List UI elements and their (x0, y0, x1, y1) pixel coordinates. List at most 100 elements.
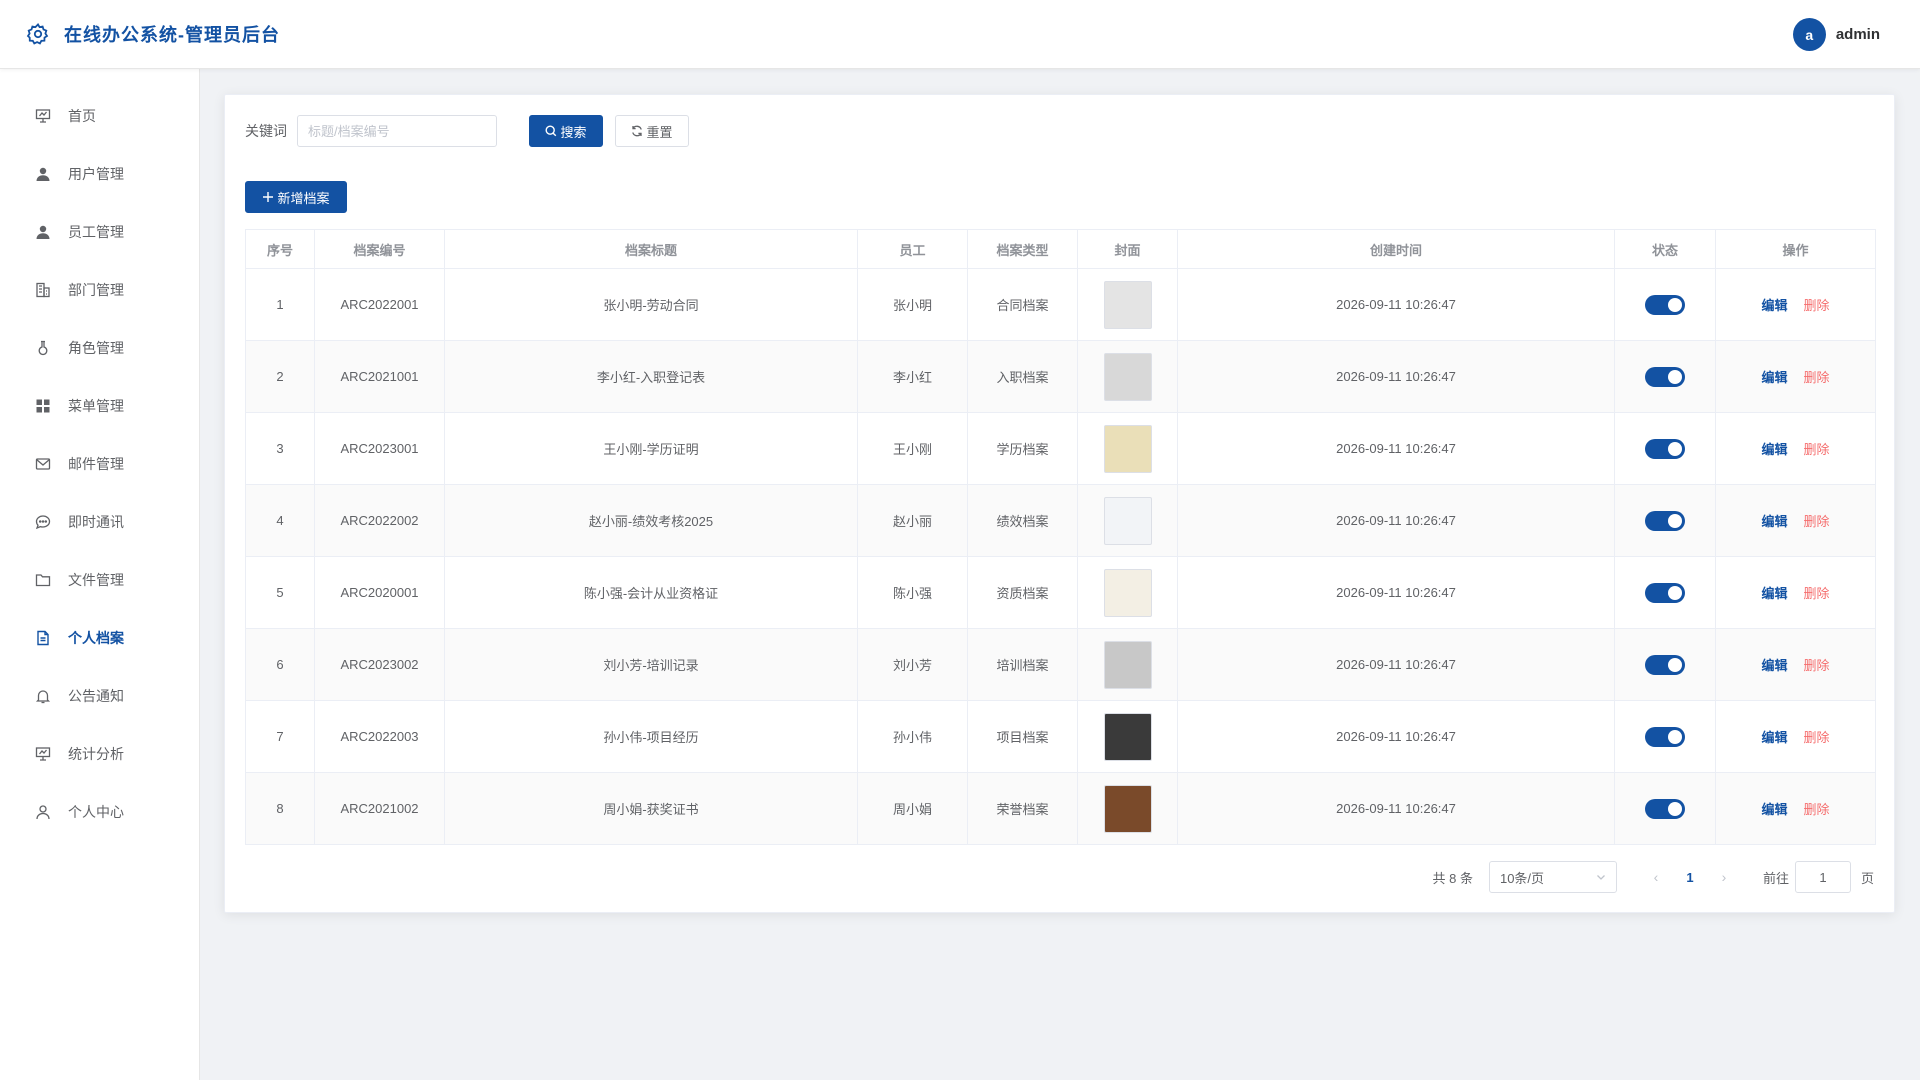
status-toggle[interactable] (1645, 510, 1685, 531)
sidebar-item-label: 用户管理 (68, 166, 124, 182)
username[interactable]: admin (1836, 26, 1880, 43)
status-toggle[interactable] (1645, 726, 1685, 747)
status-toggle[interactable] (1645, 294, 1685, 315)
search-button[interactable]: 搜索 (529, 115, 603, 147)
goto-suffix: 页 (1860, 870, 1874, 886)
goto-page-input[interactable] (1794, 861, 1851, 893)
app-title: 在线办公系统-管理员后台 (64, 25, 280, 45)
sidebar-item-menus[interactable]: 菜单管理 (0, 377, 199, 435)
cell-type: 荣誉档案 (967, 772, 1078, 845)
keyword-label: 关键词 (245, 123, 287, 139)
sidebar-item-notices[interactable]: 公告通知 (0, 667, 199, 725)
edit-button[interactable]: 编辑 (1761, 586, 1787, 601)
edit-button[interactable]: 编辑 (1761, 442, 1787, 457)
presentation-icon (34, 745, 52, 763)
cover-thumbnail[interactable] (1103, 568, 1152, 617)
keyword-input[interactable] (297, 115, 497, 147)
delete-button[interactable]: 删除 (1804, 370, 1830, 385)
delete-button[interactable]: 删除 (1804, 658, 1830, 673)
status-toggle[interactable] (1645, 438, 1685, 459)
cell-title: 赵小丽-绩效考核2025 (444, 484, 858, 557)
goto-label: 前往 (1762, 870, 1789, 886)
cell-status (1614, 484, 1716, 557)
table-header-row: 序号 档案编号 档案标题 员工 档案类型 封面 创建时间 状态 操作 (245, 229, 1876, 269)
delete-button[interactable]: 删除 (1804, 586, 1830, 601)
sidebar-item-users[interactable]: 用户管理 (0, 145, 199, 203)
page-number[interactable]: 1 (1675, 870, 1705, 885)
sidebar-item-archives[interactable]: 个人档案 (0, 609, 199, 667)
delete-button[interactable]: 删除 (1804, 442, 1830, 457)
cover-thumbnail[interactable] (1103, 352, 1152, 401)
cover-thumbnail[interactable] (1103, 424, 1152, 473)
sidebar-item-statistics[interactable]: 统计分析 (0, 725, 199, 783)
plus-icon (262, 191, 274, 203)
chevron-down-icon (1596, 870, 1606, 885)
sidebar-item-mail[interactable]: 邮件管理 (0, 435, 199, 493)
add-archive-button[interactable]: 新增档案 (245, 181, 347, 213)
table-row: 2 ARC2021001 李小红-入职登记表 李小红 入职档案 2026-09-11 10… (245, 340, 1876, 413)
sidebar-item-profile[interactable]: 个人中心 (0, 783, 199, 841)
prev-page-button[interactable]: ‹ (1641, 869, 1671, 885)
sidebar-item-chat[interactable]: 即时通讯 (0, 493, 199, 551)
cell-type: 入职档案 (967, 340, 1078, 413)
user-menu[interactable]: a admin (1792, 18, 1880, 51)
sidebar-item-roles[interactable]: 角色管理 (0, 319, 199, 377)
cell-actions: 编辑 删除 (1715, 268, 1876, 341)
cover-thumbnail[interactable] (1103, 640, 1152, 689)
sidebar-item-home[interactable]: 首页 (0, 87, 199, 145)
sidebar-item-label: 文件管理 (68, 572, 124, 588)
person-icon (34, 803, 52, 821)
building-icon (34, 281, 52, 299)
cover-thumbnail[interactable] (1103, 784, 1152, 833)
sidebar-item-employees[interactable]: 员工管理 (0, 203, 199, 261)
cell-code: ARC2023002 (314, 628, 445, 701)
edit-button[interactable]: 编辑 (1761, 658, 1787, 673)
delete-button[interactable]: 删除 (1804, 730, 1830, 745)
edit-button[interactable]: 编辑 (1761, 514, 1787, 529)
status-toggle[interactable] (1645, 654, 1685, 675)
cell-cover (1077, 268, 1178, 341)
grid-icon (34, 397, 52, 415)
delete-button[interactable]: 删除 (1804, 514, 1830, 529)
sidebar-item-label: 员工管理 (68, 224, 124, 240)
sidebar-item-departments[interactable]: 部门管理 (0, 261, 199, 319)
mail-icon (34, 455, 52, 473)
cell-employee: 张小明 (857, 268, 968, 341)
cell-type: 学历档案 (967, 412, 1078, 485)
search-icon (545, 125, 557, 137)
edit-button[interactable]: 编辑 (1761, 370, 1787, 385)
cover-thumbnail[interactable] (1103, 280, 1152, 329)
cell-cover (1077, 700, 1178, 773)
delete-button[interactable]: 删除 (1804, 802, 1830, 817)
cover-thumbnail[interactable] (1103, 712, 1152, 761)
sidebar-item-label: 公告通知 (68, 688, 124, 704)
avatar[interactable]: a (1792, 18, 1826, 51)
cell-created: 2026-09-11 10:26:47 (1177, 628, 1615, 701)
status-toggle[interactable] (1645, 366, 1685, 387)
cell-employee: 刘小芳 (857, 628, 968, 701)
edit-button[interactable]: 编辑 (1761, 298, 1787, 313)
top-header: 在线办公系统-管理员后台 a admin (0, 0, 1920, 69)
edit-button[interactable]: 编辑 (1761, 730, 1787, 745)
cell-index: 5 (245, 556, 315, 629)
table-row: 5 ARC2020001 陈小强-会计从业资格证 陈小强 资质档案 2026-09-11 … (245, 556, 1876, 629)
presentation-icon (34, 107, 52, 125)
next-page-button[interactable]: › (1709, 869, 1739, 885)
cell-status (1614, 700, 1716, 773)
sidebar-item-files[interactable]: 文件管理 (0, 551, 199, 609)
cell-employee: 王小刚 (857, 412, 968, 485)
edit-button[interactable]: 编辑 (1761, 802, 1787, 817)
cell-code: ARC2021002 (314, 772, 445, 845)
page-size-select[interactable]: 10条/页 (1488, 861, 1617, 893)
cover-thumbnail[interactable] (1103, 496, 1152, 545)
reset-button[interactable]: 重置 (615, 115, 689, 147)
status-toggle[interactable] (1645, 582, 1685, 603)
col-header-cover: 封面 (1077, 229, 1178, 269)
cell-cover (1077, 772, 1178, 845)
cell-actions: 编辑 删除 (1715, 628, 1876, 701)
delete-button[interactable]: 删除 (1804, 298, 1830, 313)
cell-type: 项目档案 (967, 700, 1078, 773)
chat-icon (34, 513, 52, 531)
cell-title: 李小红-入职登记表 (444, 340, 858, 413)
status-toggle[interactable] (1645, 798, 1685, 819)
